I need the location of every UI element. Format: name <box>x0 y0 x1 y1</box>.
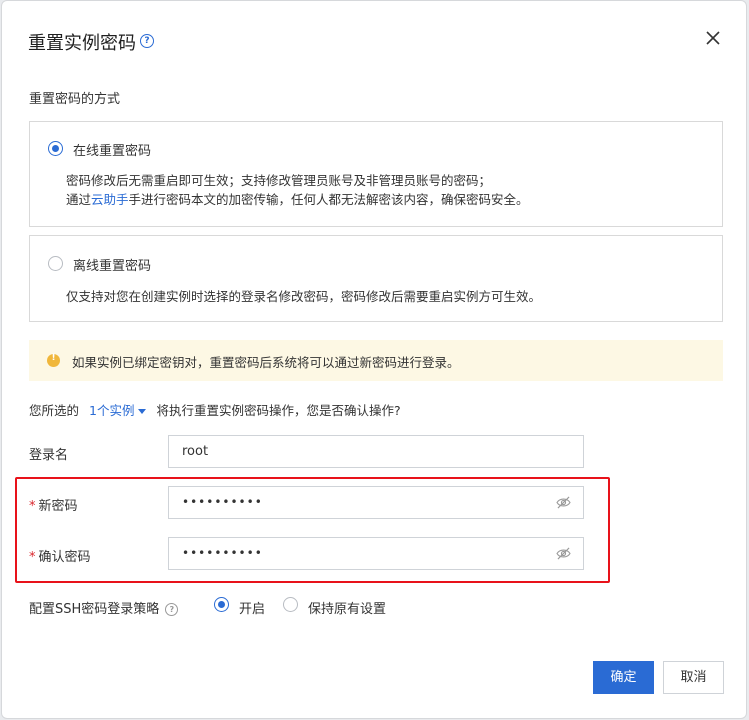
selection-post: 将执行重置实例密码操作，您是否确认操作? <box>156 403 401 418</box>
chevron-down-icon[interactable] <box>138 409 147 414</box>
online-reset-title: 在线重置密码 <box>73 144 152 159</box>
online-reset-desc-2-pre: 通过 <box>66 192 92 207</box>
online-reset-option[interactable]: 在线重置密码 密码修改后无需重启即可生效；支持修改管理员账号及非管理员账号的密码… <box>29 121 723 227</box>
login-name-input[interactable]: root <box>168 435 584 468</box>
login-name-label: 登录名 <box>29 448 69 463</box>
online-reset-desc-1: 密码修改后无需重启即可生效；支持修改管理员账号及非管理员账号的密码； <box>66 173 492 188</box>
dialog-title-text: 重置实例密码 <box>28 33 136 54</box>
selected-instances-dropdown[interactable]: 1个实例 <box>89 403 134 418</box>
offline-reset-title: 离线重置密码 <box>73 259 152 274</box>
offline-reset-desc: 仅支持对您在创建实例时选择的登录名修改密码，密码修改后需要重启实例方可生效。 <box>66 289 542 304</box>
ssh-policy-label-text: 配置SSH密码登录策略 <box>29 602 160 617</box>
online-reset-radio[interactable] <box>48 141 63 156</box>
warning-icon <box>47 353 60 367</box>
dialog-title: 重置实例密码 ? <box>28 29 154 55</box>
cancel-button[interactable]: 取消 <box>663 661 724 694</box>
help-icon[interactable]: ? <box>165 603 179 616</box>
warning-text: 如果实例已绑定密钥对，重置密码后系统将可以通过新密码进行登录。 <box>72 355 460 370</box>
login-name-value: root <box>182 444 209 459</box>
ssh-policy-label: 配置SSH密码登录策略? <box>29 598 179 617</box>
online-reset-desc-2: 通过云助手手进行密码本文的加密传输，任何人都无法解密该内容，确保密码安全。 <box>66 190 529 209</box>
close-icon[interactable] <box>704 29 722 47</box>
method-section-label: 重置密码的方式 <box>29 92 121 107</box>
ssh-keep-label[interactable]: 保持原有设置 <box>308 598 386 617</box>
selection-pre: 您所选的 <box>29 403 80 418</box>
warning-banner: 如果实例已绑定密钥对，重置密码后系统将可以通过新密码进行登录。 <box>29 340 723 381</box>
ssh-enable-label[interactable]: 开启 <box>239 598 265 617</box>
offline-reset-option[interactable]: 离线重置密码 仅支持对您在创建实例时选择的登录名修改密码，密码修改后需要重启实例… <box>29 235 723 322</box>
password-fields-highlight <box>15 477 610 583</box>
help-icon[interactable]: ? <box>140 34 154 48</box>
reset-password-dialog: 重置实例密码 ? 重置密码的方式 在线重置密码 密码修改后无需重启即可生效；支持… <box>1 0 747 719</box>
ssh-enable-radio[interactable] <box>214 597 229 612</box>
online-reset-desc-2-post: 手进行密码本文的加密传输，任何人都无法解密该内容，确保密码安全。 <box>128 192 529 207</box>
selection-summary: 您所选的 1个实例 将执行重置实例密码操作，您是否确认操作? <box>29 400 401 419</box>
offline-reset-radio[interactable] <box>48 256 63 271</box>
confirm-button[interactable]: 确定 <box>593 661 654 694</box>
ssh-keep-radio[interactable] <box>283 597 298 612</box>
cloud-assistant-link[interactable]: 云助手 <box>91 192 129 207</box>
